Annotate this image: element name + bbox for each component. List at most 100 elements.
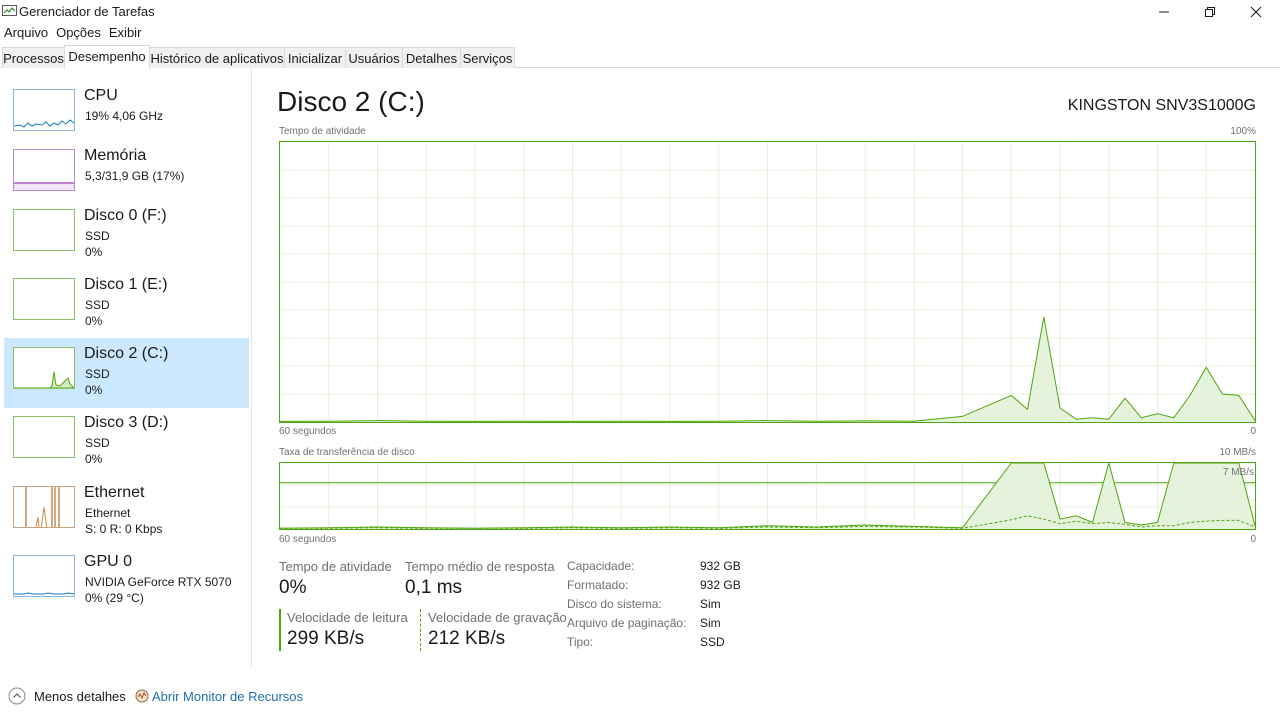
transfer-chart	[279, 461, 1256, 530]
activity-chart-label: Tempo de atividade	[279, 126, 366, 137]
activity-chart	[279, 141, 1256, 423]
system-disk-value: Sim	[700, 597, 721, 611]
sidebar-item-usage: 0%	[85, 245, 103, 259]
collapse-chevron-icon[interactable]	[8, 687, 26, 705]
page-file-label: Arquivo de paginação:	[567, 616, 687, 630]
tab-label: Usuários	[348, 51, 400, 66]
sidebar-item-usage: 0%	[85, 314, 103, 328]
tab-label: Inicializar	[287, 51, 343, 66]
activity-chart-max: 100%	[1230, 126, 1256, 137]
sidebar-item-title: GPU 0	[84, 553, 133, 570]
disk-type-label: Tipo:	[567, 635, 594, 649]
gpu-thumbnail-graph	[13, 555, 75, 597]
device-model: KINGSTON SNV3S1000G	[1067, 97, 1256, 114]
sidebar-item-title: Ethernet	[84, 484, 145, 501]
response-time-value: 0,1 ms	[405, 577, 463, 598]
activity-time-label: Tempo de atividade	[279, 559, 392, 574]
write-speed-value: 212 KB/s	[428, 628, 506, 649]
activity-time-value: 0%	[279, 577, 307, 598]
sidebar-item-title: CPU	[84, 87, 118, 104]
tab-label: Desempenho	[68, 49, 146, 64]
tab-bar: Processos Desempenho Histórico de aplica…	[0, 45, 1280, 69]
formatted-value: 932 GB	[700, 578, 741, 592]
formatted-label: Formatado:	[567, 578, 629, 592]
sidebar-item-type: SSD	[85, 229, 110, 243]
system-disk-label: Disco do sistema:	[567, 597, 662, 611]
read-speed-label: Velocidade de leitura	[287, 610, 408, 625]
sidebar-item-usage: 0%	[85, 383, 103, 397]
sidebar-item-title: Disco 2 (C:)	[84, 345, 169, 362]
ethernet-thumbnail-graph	[13, 486, 75, 528]
sidebar-item-disco-2[interactable]: Disco 2 (C:) SSD 0%	[4, 338, 249, 408]
minimize-button[interactable]	[1141, 0, 1187, 24]
cpu-thumbnail-graph	[13, 89, 75, 131]
write-speed-label: Velocidade de gravação	[428, 610, 567, 625]
sidebar-item-usage: 0% (29 °C)	[85, 591, 144, 605]
sidebar-item-usage: 0%	[85, 452, 103, 466]
performance-sidebar: CPU 19% 4,06 GHz Memória 5,3/31,9 GB (17…	[0, 68, 252, 668]
tab-label: Histórico de aplicativos	[150, 51, 284, 66]
menu-bar: Arquivo Opções Exibir	[0, 24, 145, 44]
transfer-chart-zero: 0	[1250, 534, 1256, 545]
title-bar: Gerenciador de Tarefas	[0, 0, 1280, 24]
write-speed-indicator	[420, 609, 421, 651]
disk-thumbnail-graph	[13, 416, 75, 458]
tab-label: Detalhes	[405, 51, 458, 66]
menu-arquivo[interactable]: Arquivo	[0, 24, 52, 44]
transfer-chart-plot	[279, 461, 1256, 529]
tab-detalhes[interactable]: Detalhes	[402, 47, 461, 68]
read-speed-value: 299 KB/s	[287, 628, 365, 649]
restore-button[interactable]	[1187, 0, 1233, 24]
transfer-chart-label: Taxa de transferência de disco	[279, 447, 415, 458]
response-time-label: Tempo médio de resposta	[405, 559, 555, 574]
tab-inicializar[interactable]: Inicializar	[284, 47, 346, 68]
restore-icon	[1205, 7, 1215, 17]
tab-servicos[interactable]: Serviços	[460, 47, 515, 68]
sidebar-item-adapter: Ethernet	[85, 506, 131, 520]
sidebar-item-type: SSD	[85, 367, 110, 381]
open-resource-monitor-link[interactable]: Abrir Monitor de Recursos	[152, 689, 303, 704]
sidebar-item-gpu-model: NVIDIA GeForce RTX 5070	[85, 575, 232, 589]
tab-historico-aplicativos[interactable]: Histórico de aplicativos	[149, 47, 285, 68]
disk-thumbnail-graph	[13, 347, 75, 389]
memory-thumbnail-graph	[13, 149, 75, 191]
sidebar-item-detail: 5,3/31,9 GB (17%)	[85, 169, 185, 183]
sidebar-item-disco-0[interactable]: Disco 0 (F:) SSD 0%	[4, 200, 249, 270]
sidebar-item-title: Disco 1 (E:)	[84, 276, 168, 293]
capacity-value: 932 GB	[700, 559, 741, 573]
resource-monitor-icon	[135, 689, 149, 703]
sidebar-item-detail: 19% 4,06 GHz	[85, 109, 164, 123]
menu-opcoes[interactable]: Opções	[52, 24, 105, 44]
sidebar-item-title: Disco 0 (F:)	[84, 207, 167, 224]
sidebar-item-gpu-0[interactable]: GPU 0 NVIDIA GeForce RTX 5070 0% (29 °C)	[4, 546, 249, 616]
disk-thumbnail-graph	[13, 209, 75, 251]
fewer-details-link[interactable]: Menos detalhes	[34, 689, 126, 704]
minimize-icon	[1159, 11, 1169, 13]
tab-label: Serviços	[462, 51, 513, 66]
close-icon	[1250, 6, 1262, 18]
tab-usuarios[interactable]: Usuários	[345, 47, 403, 68]
close-button[interactable]	[1233, 0, 1279, 24]
page-file-value: Sim	[700, 616, 721, 630]
menu-exibir[interactable]: Exibir	[105, 24, 146, 44]
task-manager-app-icon	[2, 5, 17, 16]
disk-thumbnail-graph	[13, 278, 75, 320]
sidebar-item-type: SSD	[85, 298, 110, 312]
tab-label: Processos	[3, 51, 64, 66]
sidebar-item-disco-1[interactable]: Disco 1 (E:) SSD 0%	[4, 269, 249, 339]
read-speed-indicator	[279, 609, 281, 651]
sidebar-item-title: Memória	[84, 147, 147, 164]
transfer-chart-mid: 7 MB/s	[1222, 467, 1254, 478]
page-title: Disco 2 (C:)	[277, 86, 425, 117]
activity-chart-zero: 0	[1250, 426, 1256, 437]
window-title: Gerenciador de Tarefas	[19, 4, 155, 19]
tab-processos[interactable]: Processos	[2, 47, 65, 68]
tab-desempenho[interactable]: Desempenho	[64, 45, 150, 69]
activity-chart-time-span: 60 segundos	[279, 426, 337, 437]
sidebar-item-type: SSD	[85, 436, 110, 450]
transfer-chart-max: 10 MB/s	[1219, 447, 1256, 458]
capacity-label: Capacidade:	[567, 559, 635, 573]
sidebar-item-ethernet[interactable]: Ethernet Ethernet S: 0 R: 0 Kbps	[4, 477, 249, 547]
sidebar-item-disco-3[interactable]: Disco 3 (D:) SSD 0%	[4, 407, 249, 477]
footer-bar: Menos detalhes Abrir Monitor de Recursos	[0, 682, 1280, 712]
